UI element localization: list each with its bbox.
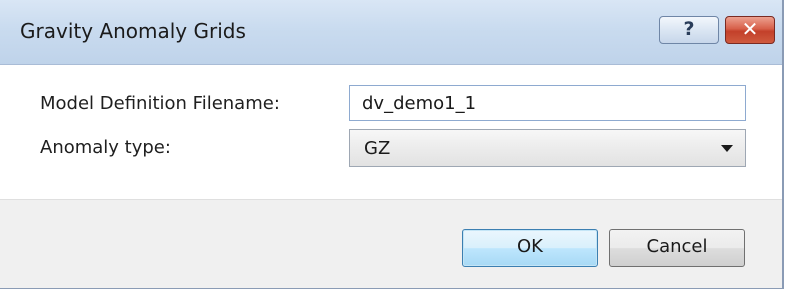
cancel-button[interactable]: Cancel: [609, 229, 745, 267]
filename-label: Model Definition Filename:: [40, 93, 280, 114]
anomaly-type-select[interactable]: GZ: [349, 129, 746, 167]
anomaly-type-value: GZ: [364, 138, 391, 159]
dialog-content: Model Definition Filename: Anomaly type:…: [0, 65, 782, 199]
close-icon: ✕: [741, 17, 759, 41]
anomaly-type-label: Anomaly type:: [40, 137, 171, 158]
question-mark-icon: ?: [683, 18, 695, 40]
dialog-window: Gravity Anomaly Grids ? ✕ Model Definiti…: [0, 0, 784, 289]
close-button[interactable]: ✕: [725, 16, 775, 44]
button-bar: OK Cancel: [0, 199, 782, 288]
chevron-down-icon: [721, 145, 733, 152]
help-button[interactable]: ?: [659, 16, 719, 44]
ok-button[interactable]: OK: [462, 229, 598, 267]
title-bar[interactable]: Gravity Anomaly Grids ? ✕: [0, 0, 782, 65]
filename-input[interactable]: [349, 85, 746, 121]
window-title: Gravity Anomaly Grids: [20, 19, 246, 43]
